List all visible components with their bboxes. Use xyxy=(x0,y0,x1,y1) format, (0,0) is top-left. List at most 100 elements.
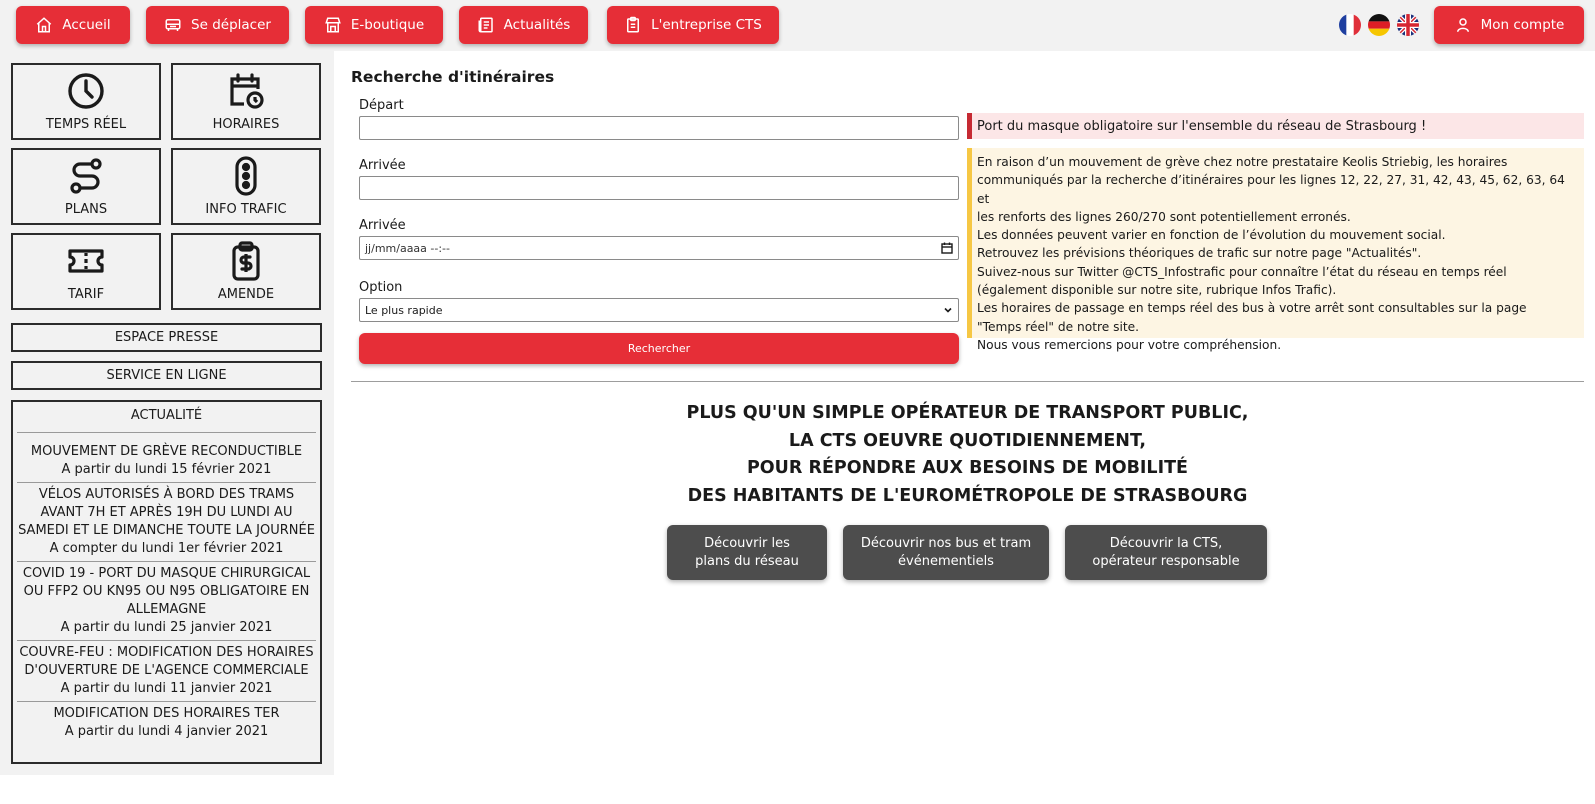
slogan-line: LA CTS OEUVRE QUOTIDIENNEMENT, xyxy=(788,430,1147,451)
mask-alert: Port du masque obligatoire sur l'ensembl… xyxy=(967,113,1584,139)
arrivee-input[interactable] xyxy=(359,176,959,200)
service-en-ligne-label: SERVICE EN LIGNE xyxy=(106,368,227,383)
tile-horaires[interactable]: HORAIRES xyxy=(171,63,321,140)
news-item-date: A partir du lundi 11 janvier 2021 xyxy=(60,681,273,696)
news-item-date: A compter du lundi 1er février 2021 xyxy=(49,541,284,556)
tile-label: INFO TRAFIC xyxy=(205,202,287,217)
datetime-placeholder: jj/mm/aaaa --:-- xyxy=(365,241,450,255)
tile-label: AMENDE xyxy=(217,287,275,302)
nav-se-deplacer-button[interactable]: Se déplacer xyxy=(146,6,289,44)
tile-amende[interactable]: AMENDE xyxy=(171,233,321,310)
home-icon xyxy=(37,17,52,33)
discover-events-button[interactable]: Découvrir nos bus et tram événementiels xyxy=(843,525,1049,580)
account-button[interactable]: Mon compte xyxy=(1434,6,1584,44)
date-label: Arrivée xyxy=(359,218,406,233)
divider xyxy=(351,381,1584,382)
espace-presse-label: ESPACE PRESSE xyxy=(114,330,219,345)
nav-e-boutique-button[interactable]: E-boutique xyxy=(305,6,443,44)
news-item[interactable]: MOUVEMENT DE GRÈVE RECONDUCTIBLE A parti… xyxy=(13,433,320,482)
nav-actualites-button[interactable]: Actualités xyxy=(459,6,588,44)
uk-flag-icon[interactable] xyxy=(1397,14,1419,36)
user-icon xyxy=(1456,18,1469,32)
option-select[interactable]: Le plus rapide xyxy=(359,298,959,322)
nav-label: Actualités xyxy=(503,17,571,33)
nav-label: Accueil xyxy=(62,17,111,33)
slogan-line: POUR RÉPONDRE AUX BESOINS DE MOBILITÉ xyxy=(746,458,1188,478)
news-item[interactable]: COUVRE-FEU : MODIFICATION DES HORAIRES D… xyxy=(13,641,320,701)
datetime-input[interactable]: jj/mm/aaaa --:-- xyxy=(359,236,959,260)
service-en-ligne-button[interactable]: SERVICE EN LIGNE xyxy=(11,361,322,390)
slogan: PLUS QU'UN SIMPLE OPÉRATEUR DE TRANSPORT… xyxy=(351,400,1584,510)
discover-events-label: Découvrir nos bus et tram événementiels xyxy=(860,535,1032,569)
tile-plans[interactable]: PLANS xyxy=(11,148,161,225)
rechercher-button[interactable]: Rechercher xyxy=(359,333,959,364)
bus-icon xyxy=(165,19,181,31)
news-title: ACTUALITÉ xyxy=(130,408,203,423)
tile-label: TARIF xyxy=(67,287,105,302)
shop-icon xyxy=(325,17,341,33)
company-icon xyxy=(627,16,640,33)
news-item-title: MODIFICATION DES HORAIRES TER xyxy=(53,706,280,721)
news-item-date: A partir du lundi 4 janvier 2021 xyxy=(64,724,269,739)
option-selected-value: Le plus rapide xyxy=(365,303,443,317)
tile-label: TEMPS RÉEL xyxy=(45,117,127,132)
search-title: Recherche d'itinéraires xyxy=(351,68,555,86)
news-item-title: COVID 19 - PORT DU MASQUE CHIRURGICAL OU… xyxy=(22,566,311,617)
mask-alert-text: Port du masque obligatoire sur l'ensembl… xyxy=(977,118,1427,134)
nav-label: L'entreprise CTS xyxy=(651,17,762,33)
nav-entreprise-button[interactable]: L'entreprise CTS xyxy=(607,6,779,44)
tile-info-trafic[interactable]: INFO TRAFIC xyxy=(171,148,321,225)
chevron-down-icon xyxy=(944,307,952,313)
nav-accueil-button[interactable]: Accueil xyxy=(16,6,130,44)
de-flag-icon[interactable] xyxy=(1368,14,1390,36)
news-item-title: MOUVEMENT DE GRÈVE RECONDUCTIBLE xyxy=(30,444,303,459)
strike-alert-line: Suivez-nous sur Twitter @CTS_Infostrafic… xyxy=(977,264,1507,279)
strike-alert-line: Retrouvez les prévisions théoriques de t… xyxy=(977,246,1422,261)
strike-alert: En raison d’un mouvement de grève chez n… xyxy=(967,148,1584,352)
espace-presse-button[interactable]: ESPACE PRESSE xyxy=(11,323,322,352)
calendar-clock-icon xyxy=(230,73,264,109)
strike-alert-line: (également disponible sur notre site, ru… xyxy=(977,283,1337,298)
nav-label: Se déplacer xyxy=(191,17,271,33)
tile-tarif[interactable]: TARIF xyxy=(11,233,161,310)
tile-temps-reel[interactable]: TEMPS RÉEL xyxy=(11,63,161,140)
nav-label: E-boutique xyxy=(350,17,425,33)
news-item[interactable]: COVID 19 - PORT DU MASQUE CHIRURGICAL OU… xyxy=(13,562,320,640)
slogan-line: DES HABITANTS DE L'EUROMÉTROPOLE DE STRA… xyxy=(687,485,1248,506)
clipboard-dollar-icon xyxy=(232,241,260,281)
fr-flag-icon[interactable] xyxy=(1339,14,1361,36)
traffic-light-icon xyxy=(235,156,257,196)
news-icon xyxy=(478,17,493,33)
strike-alert-line: les renforts des lignes 260/270 sont pot… xyxy=(977,209,1351,224)
top-navigation-bar: Accueil Se déplacer E-boutique Actualité… xyxy=(0,0,1595,51)
calendar-icon[interactable] xyxy=(941,242,953,254)
slogan-line: PLUS QU'UN SIMPLE OPÉRATEUR DE TRANSPORT… xyxy=(686,403,1249,423)
tile-label: HORAIRES xyxy=(212,117,280,132)
strike-alert-line: Nous vous remercions pour votre compréhe… xyxy=(977,337,1282,352)
ticket-icon xyxy=(68,249,104,273)
strike-alert-line: Les horaires de passage en temps réel de… xyxy=(977,301,1527,316)
discover-plans-label: Découvrir les plans du réseau xyxy=(695,535,799,569)
route-icon xyxy=(70,158,102,194)
news-item-date: A partir du lundi 25 janvier 2021 xyxy=(60,620,273,635)
news-item[interactable]: MODIFICATION DES HORAIRES TER A partir d… xyxy=(13,702,320,744)
strike-alert-line: communiqués par la recherche d’itinérair… xyxy=(977,173,1565,206)
account-label: Mon compte xyxy=(1480,17,1565,33)
strike-alert-line: "Temps réel" de notre site. xyxy=(977,319,1139,334)
discover-cts-button[interactable]: Découvrir la CTS, opérateur responsable xyxy=(1065,525,1267,580)
clock-icon xyxy=(68,73,104,109)
news-item-date: A partir du lundi 15 février 2021 xyxy=(61,462,272,477)
depart-input[interactable] xyxy=(359,116,959,140)
discover-cts-label: Découvrir la CTS, opérateur responsable xyxy=(1092,535,1240,569)
discover-plans-button[interactable]: Découvrir les plans du réseau xyxy=(667,525,827,580)
arrivee-label: Arrivée xyxy=(359,158,406,173)
news-panel: ACTUALITÉ MOUVEMENT DE GRÈVE RECONDUCTIB… xyxy=(11,400,322,764)
news-item-title: COUVRE-FEU : MODIFICATION DES HORAIRES D… xyxy=(19,645,314,678)
tile-label: PLANS xyxy=(64,202,108,217)
depart-label: Départ xyxy=(359,98,404,113)
strike-alert-line: Les données peuvent varier en fonction d… xyxy=(977,228,1446,243)
news-item-title: VÉLOS AUTORISÉS À BORD DES TRAMS AVANT 7… xyxy=(18,487,315,538)
rechercher-label: Rechercher xyxy=(627,342,691,355)
option-label: Option xyxy=(359,280,403,295)
news-item[interactable]: VÉLOS AUTORISÉS À BORD DES TRAMS AVANT 7… xyxy=(13,483,320,561)
